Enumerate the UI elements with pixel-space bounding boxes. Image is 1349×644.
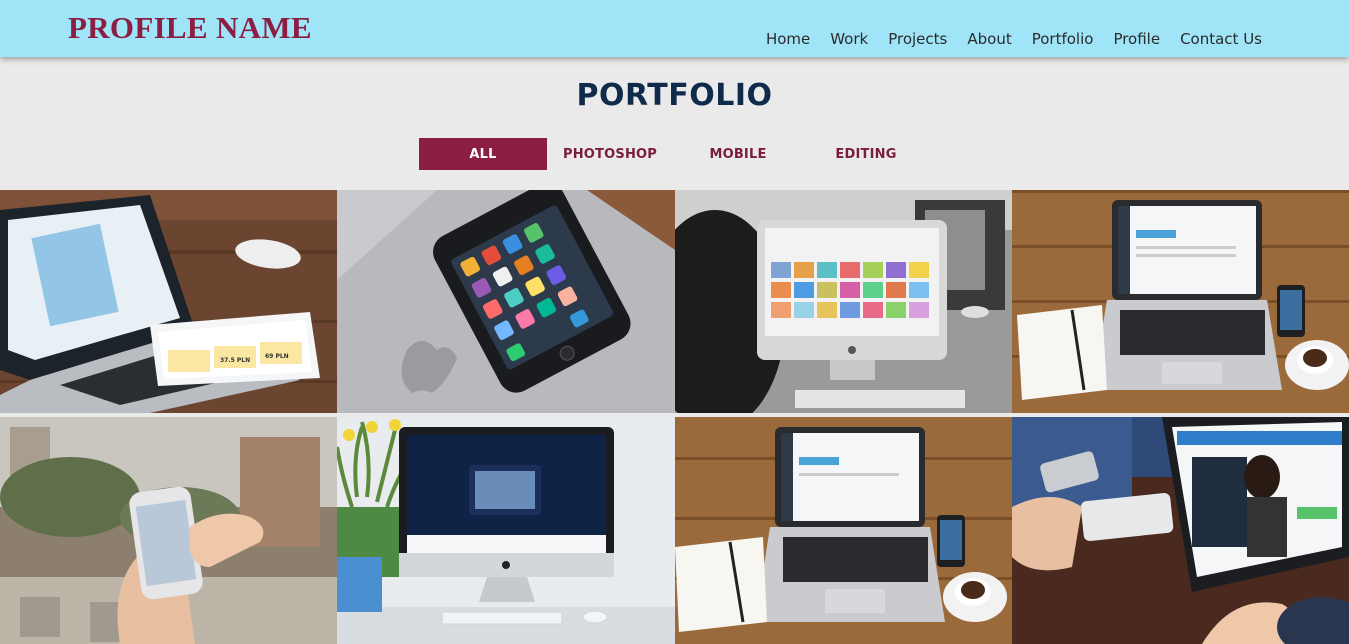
portfolio-item-laptop-tablet[interactable]: 37.5 PLN 69 PLN	[0, 190, 337, 413]
tablet-price-1: 37.5 PLN	[220, 357, 250, 364]
nav-home[interactable]: Home	[766, 30, 810, 48]
nav-work[interactable]: Work	[830, 30, 868, 48]
nav-projects[interactable]: Projects	[888, 30, 947, 48]
nav-contact-us[interactable]: Contact Us	[1180, 30, 1262, 48]
brand-logo[interactable]: PROFILE NAME	[68, 10, 312, 46]
portfolio-item-imac-kid[interactable]	[675, 190, 1012, 413]
laptop-coffee-image	[1012, 190, 1349, 413]
laptop-tablet-image: 37.5 PLN 69 PLN	[0, 190, 337, 413]
filter-editing[interactable]: EDITING	[803, 138, 929, 170]
portfolio-item-laptop-coffee-2[interactable]	[675, 417, 1012, 644]
portfolio-item-laptop-coffee[interactable]	[1012, 190, 1349, 413]
filter-photoshop[interactable]: PHOTOSHOP	[547, 138, 673, 170]
phone-laptop-person-image	[1012, 417, 1349, 644]
tablet-price-2: 69 PLN	[265, 353, 289, 360]
imac-flowers-image	[337, 417, 675, 644]
portfolio-item-phone-laptop-person[interactable]	[1012, 417, 1349, 644]
portfolio-item-phone-hands[interactable]	[0, 417, 337, 644]
nav-portfolio[interactable]: Portfolio	[1032, 30, 1094, 48]
site-header: PROFILE NAME Home Work Projects About Po…	[0, 0, 1349, 57]
portfolio-item-iphone-macbook[interactable]	[337, 190, 675, 413]
portfolio-item-imac-flowers[interactable]	[337, 417, 675, 644]
main-nav: Home Work Projects About Portfolio Profi…	[766, 30, 1262, 48]
filter-mobile[interactable]: MOBILE	[673, 138, 803, 170]
portfolio-filters: ALL PHOTOSHOP MOBILE EDITING	[419, 138, 929, 170]
nav-about[interactable]: About	[967, 30, 1011, 48]
portfolio-grid: 37.5 PLN 69 PLN	[0, 190, 1349, 644]
section-title: PORTFOLIO	[576, 78, 773, 113]
iphone-macbook-image	[337, 190, 675, 413]
nav-profile[interactable]: Profile	[1113, 30, 1160, 48]
phone-hands-image	[0, 417, 337, 644]
filter-all[interactable]: ALL	[419, 138, 547, 170]
laptop-coffee-2-image	[675, 417, 1012, 644]
imac-kid-image	[675, 190, 1012, 413]
